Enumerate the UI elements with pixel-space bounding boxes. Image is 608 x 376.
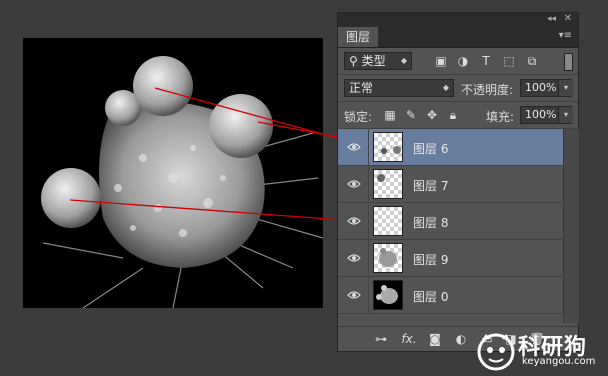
watermark-url: keyangou.com <box>522 356 596 367</box>
chevron-down-icon[interactable]: ▾ <box>558 107 573 123</box>
layer-row[interactable]: 图层 0 <box>338 277 563 314</box>
layer-name: 图层 8 <box>413 216 449 230</box>
lock-image-icon[interactable]: ✎ <box>403 107 419 123</box>
fx-button[interactable]: fx. <box>400 330 418 348</box>
layer-name: 图层 0 <box>413 290 449 304</box>
layer-name: 图层 6 <box>413 142 449 156</box>
eye-icon[interactable] <box>347 288 361 302</box>
fill-field[interactable]: 100% ▾ <box>520 106 573 124</box>
panel-tabbar: 图层 ▾≡ <box>338 27 578 48</box>
filter-type-icon[interactable]: T <box>478 53 494 69</box>
filter-adjustment-icon[interactable]: ◑ <box>455 53 471 69</box>
tab-layers[interactable]: 图层 <box>338 27 379 47</box>
divider <box>368 240 369 277</box>
layer-name: 图层 7 <box>413 179 449 193</box>
adjustment-layer-icon[interactable]: ◐ <box>452 330 470 348</box>
layer-scrollbar[interactable] <box>563 129 579 323</box>
dog-logo-icon <box>477 333 515 371</box>
panel-menu-icon[interactable]: ▾≡ <box>559 30 572 41</box>
chevron-updown-icon: ◆ <box>442 83 449 92</box>
opacity-value: 100% <box>525 81 557 94</box>
eye-icon[interactable] <box>347 251 361 265</box>
lock-row: 锁定: ▦ ✎ ✥ 🔒︎ 填充: 100% ▾ <box>338 102 578 129</box>
eye-icon[interactable] <box>347 214 361 228</box>
filter-toggle[interactable] <box>564 53 573 71</box>
link-layers-icon[interactable]: ⊶ <box>372 330 390 348</box>
layer-row[interactable]: 图层 9 <box>338 240 563 277</box>
filter-kind-select[interactable]: ⚲ 类型 ◆ <box>344 52 412 70</box>
layer-row[interactable]: 图层 8 <box>338 203 563 240</box>
layer-thumbnail <box>373 206 403 236</box>
layer-row[interactable]: 图层 6 <box>338 129 563 166</box>
divider <box>368 166 369 203</box>
chevron-updown-icon: ◆ <box>400 56 407 65</box>
eye-icon[interactable] <box>347 140 361 154</box>
layer-thumbnail <box>373 243 403 273</box>
search-icon: ⚲ <box>349 54 358 68</box>
filter-shape-icon[interactable]: ⬚ <box>501 53 517 69</box>
opacity-label: 不透明度: <box>461 83 514 97</box>
panel-titlebar: ◂◂ ✕ <box>338 13 578 27</box>
layer-thumbnail <box>373 169 403 199</box>
eye-icon[interactable] <box>347 177 361 191</box>
layer-thumbnail <box>373 280 403 310</box>
layer-row[interactable]: 图层 7 <box>338 166 563 203</box>
blend-row: 正常 ◆ 不透明度: 100% ▾ <box>338 75 578 102</box>
divider <box>368 203 369 240</box>
chevron-down-icon[interactable]: ▾ <box>558 80 573 96</box>
add-mask-icon[interactable]: ◙ <box>426 330 444 348</box>
fill-value: 100% <box>525 108 557 121</box>
filter-kind-label: 类型 <box>361 54 386 68</box>
filter-pixel-icon[interactable]: ▣ <box>433 53 449 69</box>
divider <box>368 129 369 166</box>
layer-name: 图层 9 <box>413 253 449 267</box>
lock-label: 锁定: <box>344 110 373 124</box>
blend-mode-select[interactable]: 正常 ◆ <box>344 79 454 97</box>
document-canvas[interactable] <box>23 38 324 309</box>
opacity-field[interactable]: 100% ▾ <box>520 79 573 97</box>
watermark: 科研狗 keyangou.com <box>470 326 608 376</box>
fill-label: 填充: <box>486 110 515 124</box>
lock-all-icon[interactable]: 🔒︎ <box>445 107 461 123</box>
layer-thumbnail <box>373 132 403 162</box>
layer-list: 图层 6 图层 7 图层 8 图层 9 图层 0 <box>338 129 579 323</box>
collapse-icon[interactable]: ◂◂ <box>547 14 556 24</box>
lock-transparent-icon[interactable]: ▦ <box>382 107 398 123</box>
layers-panel: ◂◂ ✕ 图层 ▾≡ ⚲ 类型 ◆ ▣ ◑ T ⬚ ⧉ 正常 ◆ 不透明度: 1… <box>337 12 579 352</box>
close-icon[interactable]: ✕ <box>564 13 572 24</box>
filter-smartobject-icon[interactable]: ⧉ <box>524 53 540 69</box>
filter-row: ⚲ 类型 ◆ ▣ ◑ T ⬚ ⧉ <box>338 48 578 75</box>
divider <box>368 277 369 314</box>
blend-mode-label: 正常 <box>349 81 374 95</box>
cell-image <box>41 56 324 309</box>
lock-position-icon[interactable]: ✥ <box>424 107 440 123</box>
